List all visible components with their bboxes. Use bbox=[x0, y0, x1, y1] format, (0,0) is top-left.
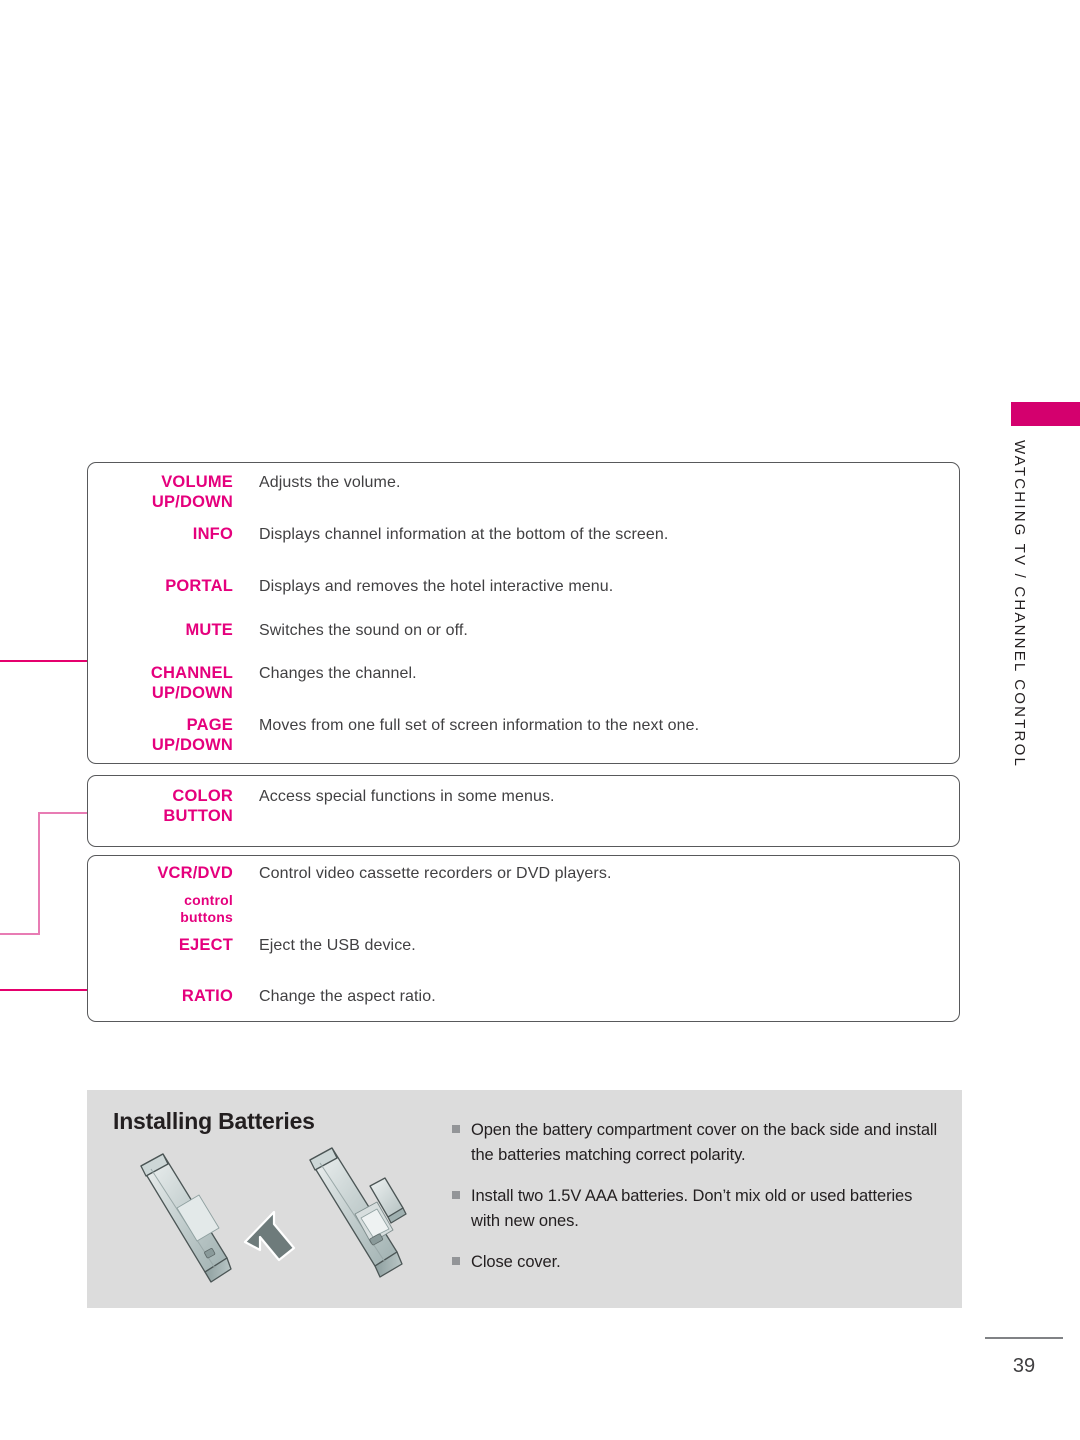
list-item: Open the battery compartment cover on th… bbox=[452, 1118, 942, 1168]
table-row: PAGE UP/DOWN Moves from one full set of … bbox=[88, 716, 959, 755]
function-key-label: MUTE bbox=[185, 621, 233, 639]
list-item: Close cover. bbox=[452, 1250, 942, 1275]
function-description: Changes the channel. bbox=[259, 665, 417, 682]
table-row: control buttons bbox=[88, 892, 959, 926]
list-item-text: Open the battery compartment cover on th… bbox=[471, 1121, 938, 1164]
table-row: CHANNEL UP/DOWN Changes the channel. bbox=[88, 664, 959, 703]
table-row: COLOR BUTTON Access special functions in… bbox=[88, 787, 959, 826]
function-description: Change the aspect ratio. bbox=[259, 988, 436, 1005]
function-key-label: CHANNEL UP/DOWN bbox=[150, 664, 233, 702]
function-key-label: EJECT bbox=[178, 936, 233, 954]
connector-bracket-top bbox=[38, 812, 88, 814]
table-row: VOLUME UP/DOWN Adjusts the volume. bbox=[88, 473, 959, 512]
function-description: Access special functions in some menus. bbox=[259, 788, 555, 805]
page-number: 39 bbox=[1012, 1355, 1036, 1377]
footer-divider bbox=[985, 1337, 1063, 1339]
installing-batteries-panel: Installing Batteries Open the battery co… bbox=[87, 1090, 962, 1308]
function-key-label: RATIO bbox=[181, 987, 233, 1005]
list-item-text: Install two 1.5V AAA batteries. Don’t mi… bbox=[471, 1187, 913, 1230]
connector-line-channel bbox=[0, 660, 88, 662]
function-key-label: VCR/DVD bbox=[157, 864, 233, 882]
connector-bracket-bottom bbox=[0, 933, 40, 935]
battery-instruction-list: Open the battery compartment cover on th… bbox=[452, 1118, 942, 1291]
square-bullet-icon bbox=[452, 1125, 460, 1133]
connector-line-ratio bbox=[0, 989, 88, 991]
function-description: Displays and removes the hotel interacti… bbox=[259, 578, 614, 595]
function-key-label: INFO bbox=[192, 525, 233, 543]
function-description: Adjusts the volume. bbox=[259, 474, 401, 491]
square-bullet-icon bbox=[452, 1191, 460, 1199]
function-key-label: control buttons bbox=[180, 892, 233, 925]
function-description: Moves from one full set of screen inform… bbox=[259, 717, 700, 734]
remote-function-box-main: VOLUME UP/DOWN Adjusts the volume. INFO … bbox=[87, 462, 960, 764]
remote-function-box-color: COLOR BUTTON Access special functions in… bbox=[87, 775, 960, 847]
remote-function-box-vcr: VCR/DVD Control video cassette recorders… bbox=[87, 855, 960, 1022]
function-key-label: PORTAL bbox=[165, 577, 233, 595]
insert-arrow-icon bbox=[243, 1210, 296, 1262]
remote-battery-illustration bbox=[140, 1147, 407, 1283]
function-key-label: VOLUME UP/DOWN bbox=[151, 473, 233, 511]
remote-right bbox=[309, 1147, 407, 1278]
running-head-label: WATCHING TV / CHANNEL CONTROL bbox=[1011, 440, 1028, 768]
connector-bracket-left bbox=[38, 812, 40, 935]
function-key-label: PAGE UP/DOWN bbox=[151, 716, 233, 754]
list-item-text: Close cover. bbox=[471, 1253, 561, 1271]
list-item: Install two 1.5V AAA batteries. Don’t mi… bbox=[452, 1184, 942, 1234]
section-tab-marker bbox=[1011, 402, 1080, 426]
table-row: EJECT Eject the USB device. bbox=[88, 936, 959, 956]
table-row: RATIO Change the aspect ratio. bbox=[88, 987, 959, 1007]
function-description: Switches the sound on or off. bbox=[259, 622, 468, 639]
function-description: Eject the USB device. bbox=[259, 937, 416, 954]
table-row: PORTAL Displays and removes the hotel in… bbox=[88, 577, 959, 597]
square-bullet-icon bbox=[452, 1257, 460, 1265]
table-row: VCR/DVD Control video cassette recorders… bbox=[88, 864, 959, 884]
function-key-label: COLOR BUTTON bbox=[163, 787, 233, 825]
table-row: INFO Displays channel information at the… bbox=[88, 525, 959, 545]
manual-page: WATCHING TV / CHANNEL CONTROL VOLUME UP/… bbox=[0, 0, 1080, 1440]
remote-left bbox=[140, 1153, 232, 1283]
section-heading: Installing Batteries bbox=[113, 1108, 315, 1134]
function-description: Displays channel information at the bott… bbox=[259, 526, 669, 543]
table-row: MUTE Switches the sound on or off. bbox=[88, 621, 959, 641]
function-description: Control video cassette recorders or DVD … bbox=[259, 865, 612, 882]
